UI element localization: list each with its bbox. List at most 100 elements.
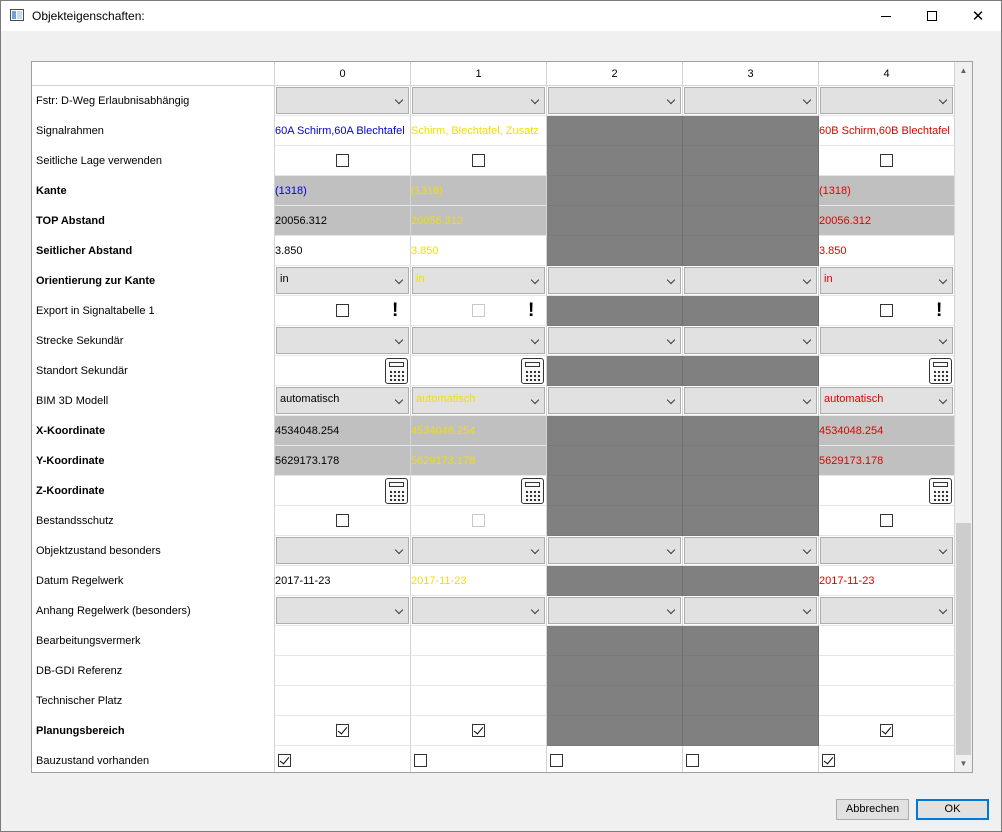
column-header-3[interactable]: 3 xyxy=(683,62,819,86)
checkbox-cell[interactable] xyxy=(819,746,955,772)
value-dropdown-cell[interactable] xyxy=(819,596,955,626)
empty-cell[interactable] xyxy=(819,656,955,686)
empty-cell[interactable] xyxy=(411,626,547,656)
value-dropdown[interactable]: in xyxy=(820,267,953,294)
empty-cell[interactable] xyxy=(411,686,547,716)
checkbox-cell[interactable] xyxy=(819,506,955,536)
checkbox[interactable] xyxy=(336,514,349,527)
checkbox-cell[interactable]: ! xyxy=(275,296,411,326)
checkbox[interactable] xyxy=(550,754,563,767)
value-dropdown-cell[interactable] xyxy=(275,596,411,626)
value-cell[interactable]: 3.850 xyxy=(275,236,411,266)
value-dropdown-cell[interactable] xyxy=(683,86,819,116)
checkbox-cell[interactable] xyxy=(411,506,547,536)
checkbox-cell[interactable]: ! xyxy=(819,296,955,326)
value-dropdown-cell[interactable] xyxy=(819,326,955,356)
checkbox-cell[interactable] xyxy=(275,746,411,772)
checkbox-cell[interactable] xyxy=(411,746,547,772)
empty-cell[interactable] xyxy=(819,686,955,716)
value-cell[interactable]: 2017-11-23 xyxy=(819,566,955,596)
value-dropdown-cell[interactable]: in xyxy=(411,266,547,296)
value-dropdown-cell[interactable] xyxy=(547,266,683,296)
value-dropdown-cell[interactable]: in xyxy=(819,266,955,296)
value-dropdown[interactable] xyxy=(412,597,545,624)
value-dropdown-cell[interactable] xyxy=(547,386,683,416)
calculator-cell[interactable] xyxy=(275,476,411,506)
value-dropdown[interactable] xyxy=(820,327,953,354)
scroll-down-icon[interactable]: ▼ xyxy=(955,755,972,772)
checkbox[interactable] xyxy=(336,724,349,737)
cancel-button[interactable]: Abbrechen xyxy=(836,799,909,820)
value-dropdown[interactable] xyxy=(412,537,545,564)
value-dropdown[interactable] xyxy=(276,327,409,354)
value-dropdown-cell[interactable] xyxy=(683,266,819,296)
value-cell[interactable]: (1318) xyxy=(411,176,547,206)
value-cell[interactable]: 5629173.178 xyxy=(411,446,547,476)
checkbox[interactable] xyxy=(686,754,699,767)
empty-cell[interactable] xyxy=(819,626,955,656)
calculator-icon[interactable] xyxy=(929,358,952,384)
empty-cell[interactable] xyxy=(275,626,411,656)
value-cell[interactable]: 20056.312 xyxy=(411,206,547,236)
checkbox-cell[interactable] xyxy=(819,146,955,176)
value-dropdown[interactable] xyxy=(276,597,409,624)
empty-cell[interactable] xyxy=(275,656,411,686)
checkbox-cell[interactable]: ! xyxy=(411,296,547,326)
value-dropdown[interactable] xyxy=(276,537,409,564)
value-dropdown-cell[interactable] xyxy=(683,326,819,356)
value-dropdown[interactable] xyxy=(684,597,817,624)
value-dropdown[interactable] xyxy=(276,87,409,114)
calculator-cell[interactable] xyxy=(411,476,547,506)
calculator-cell[interactable] xyxy=(819,476,955,506)
calculator-cell[interactable] xyxy=(819,356,955,386)
calculator-icon[interactable] xyxy=(929,478,952,504)
value-dropdown[interactable] xyxy=(684,327,817,354)
value-dropdown-cell[interactable] xyxy=(411,86,547,116)
checkbox[interactable] xyxy=(880,724,893,737)
value-dropdown-cell[interactable]: automatisch xyxy=(411,386,547,416)
value-cell[interactable]: Schirm, Blechtafel, Zusatz xyxy=(411,116,547,146)
checkbox-cell[interactable] xyxy=(411,716,547,746)
calculator-icon[interactable] xyxy=(521,358,544,384)
value-dropdown-cell[interactable] xyxy=(683,596,819,626)
value-dropdown-cell[interactable] xyxy=(411,536,547,566)
value-cell[interactable]: (1318) xyxy=(275,176,411,206)
value-dropdown[interactable] xyxy=(548,267,681,294)
column-header-1[interactable]: 1 xyxy=(411,62,547,86)
value-dropdown[interactable] xyxy=(548,87,681,114)
value-dropdown-cell[interactable] xyxy=(547,596,683,626)
value-dropdown-cell[interactable]: automatisch xyxy=(275,386,411,416)
value-cell[interactable]: 5629173.178 xyxy=(275,446,411,476)
checkbox[interactable] xyxy=(336,304,349,317)
calculator-icon[interactable] xyxy=(385,478,408,504)
value-dropdown[interactable] xyxy=(684,537,817,564)
checkbox-cell[interactable] xyxy=(275,146,411,176)
empty-cell[interactable] xyxy=(411,656,547,686)
value-dropdown-cell[interactable] xyxy=(547,326,683,356)
value-dropdown[interactable] xyxy=(820,597,953,624)
value-dropdown[interactable] xyxy=(684,387,817,414)
value-cell[interactable]: 2017-11-23 xyxy=(275,566,411,596)
value-cell[interactable]: 4534048.254 xyxy=(411,416,547,446)
scroll-thumb[interactable] xyxy=(956,523,971,755)
checkbox-cell[interactable] xyxy=(683,746,819,772)
checkbox[interactable] xyxy=(472,514,485,527)
value-dropdown-cell[interactable] xyxy=(819,86,955,116)
value-cell[interactable]: 3.850 xyxy=(819,236,955,266)
value-dropdown[interactable]: automatisch xyxy=(820,387,953,414)
calculator-icon[interactable] xyxy=(385,358,408,384)
value-dropdown-cell[interactable] xyxy=(275,86,411,116)
value-dropdown[interactable] xyxy=(548,327,681,354)
minimize-button[interactable] xyxy=(863,1,909,31)
value-dropdown[interactable] xyxy=(684,267,817,294)
value-cell[interactable]: 3.850 xyxy=(411,236,547,266)
value-cell[interactable]: (1318) xyxy=(819,176,955,206)
maximize-button[interactable] xyxy=(909,1,955,31)
value-dropdown-cell[interactable]: automatisch xyxy=(819,386,955,416)
scroll-up-icon[interactable]: ▲ xyxy=(955,62,972,79)
column-header-2[interactable]: 2 xyxy=(547,62,683,86)
calculator-cell[interactable] xyxy=(411,356,547,386)
value-dropdown-cell[interactable] xyxy=(547,536,683,566)
value-dropdown-cell[interactable] xyxy=(275,536,411,566)
title-bar[interactable]: Objekteigenschaften: ✕ xyxy=(1,1,1001,31)
